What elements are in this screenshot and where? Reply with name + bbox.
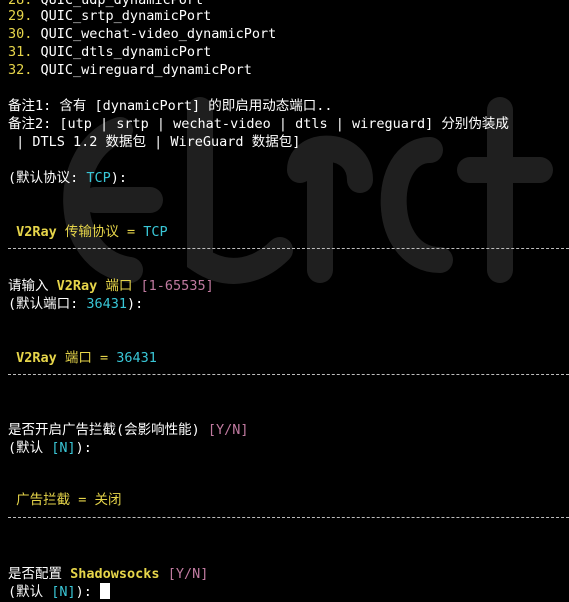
menu-item-number: 32. [8, 62, 33, 78]
menu-item-30: 30. QUIC_wechat-video_dynamicPort [8, 25, 276, 43]
shadowsocks-default-prompt[interactable]: (默认 [N]): [8, 583, 111, 601]
protocol-result: V2Ray 传输协议 = TCP [16, 224, 168, 240]
protocol-default-value: TCP [86, 170, 111, 186]
shadowsocks-options: [Y/N] [167, 566, 209, 582]
terminal-window[interactable]: 28. QUIC_udp_dynamicPort 29. QUIC_srtp_d… [0, 0, 569, 602]
menu-item-label: QUIC_dtls_dynamicPort [40, 44, 212, 60]
adblock-default-value: [N] [51, 440, 76, 456]
menu-item-number: 29. [8, 8, 33, 24]
port-result: V2Ray 端口 = 36431 [16, 350, 157, 366]
shadowsocks-default-value: [N] [51, 584, 76, 600]
port-prompt: 请输入 V2Ray 端口 [1-65535] [8, 278, 214, 294]
divider [8, 517, 569, 518]
adblock-options: [Y/N] [207, 422, 249, 438]
adblock-prompt: 是否开启广告拦截(会影响性能) [Y/N] [8, 422, 249, 438]
shadowsocks-prompt: 是否配置 Shadowsocks [Y/N] [8, 566, 209, 582]
port-range: [1-65535] [140, 278, 214, 294]
divider [8, 374, 569, 375]
port-default-value: 36431 [86, 296, 128, 312]
menu-item-32: 32. QUIC_wireguard_dynamicPort [8, 61, 252, 79]
text-cursor[interactable] [100, 583, 111, 599]
menu-item-29: 29. QUIC_srtp_dynamicPort [8, 7, 211, 25]
menu-item-number: 31. [8, 44, 33, 60]
menu-item-number: 30. [8, 26, 33, 42]
menu-item-31: 31. QUIC_dtls_dynamicPort [8, 43, 211, 61]
divider [8, 248, 569, 249]
port-result-value: 36431 [116, 350, 157, 366]
adblock-default-prompt: (默认 [N]): [8, 440, 92, 456]
protocol-default-prompt: (默认协议: TCP): [8, 170, 128, 186]
menu-item-label: QUIC_wechat-video_dynamicPort [40, 26, 277, 42]
menu-item-label: QUIC_wireguard_dynamicPort [40, 62, 252, 78]
note-2: 备注2: [utp | srtp | wechat-video | dtls |… [8, 116, 509, 132]
port-default-prompt: (默认端口: 36431): [8, 296, 144, 312]
menu-item-label: QUIC_srtp_dynamicPort [40, 8, 212, 24]
adblock-result: 广告拦截 = 关闭 [16, 492, 122, 508]
note-2-continued: | DTLS 1.2 数据包 | WireGuard 数据包] [8, 134, 301, 150]
protocol-result-value: TCP [143, 224, 168, 240]
note-1: 备注1: 含有 [dynamicPort] 的即启用动态端口.. [8, 98, 333, 114]
